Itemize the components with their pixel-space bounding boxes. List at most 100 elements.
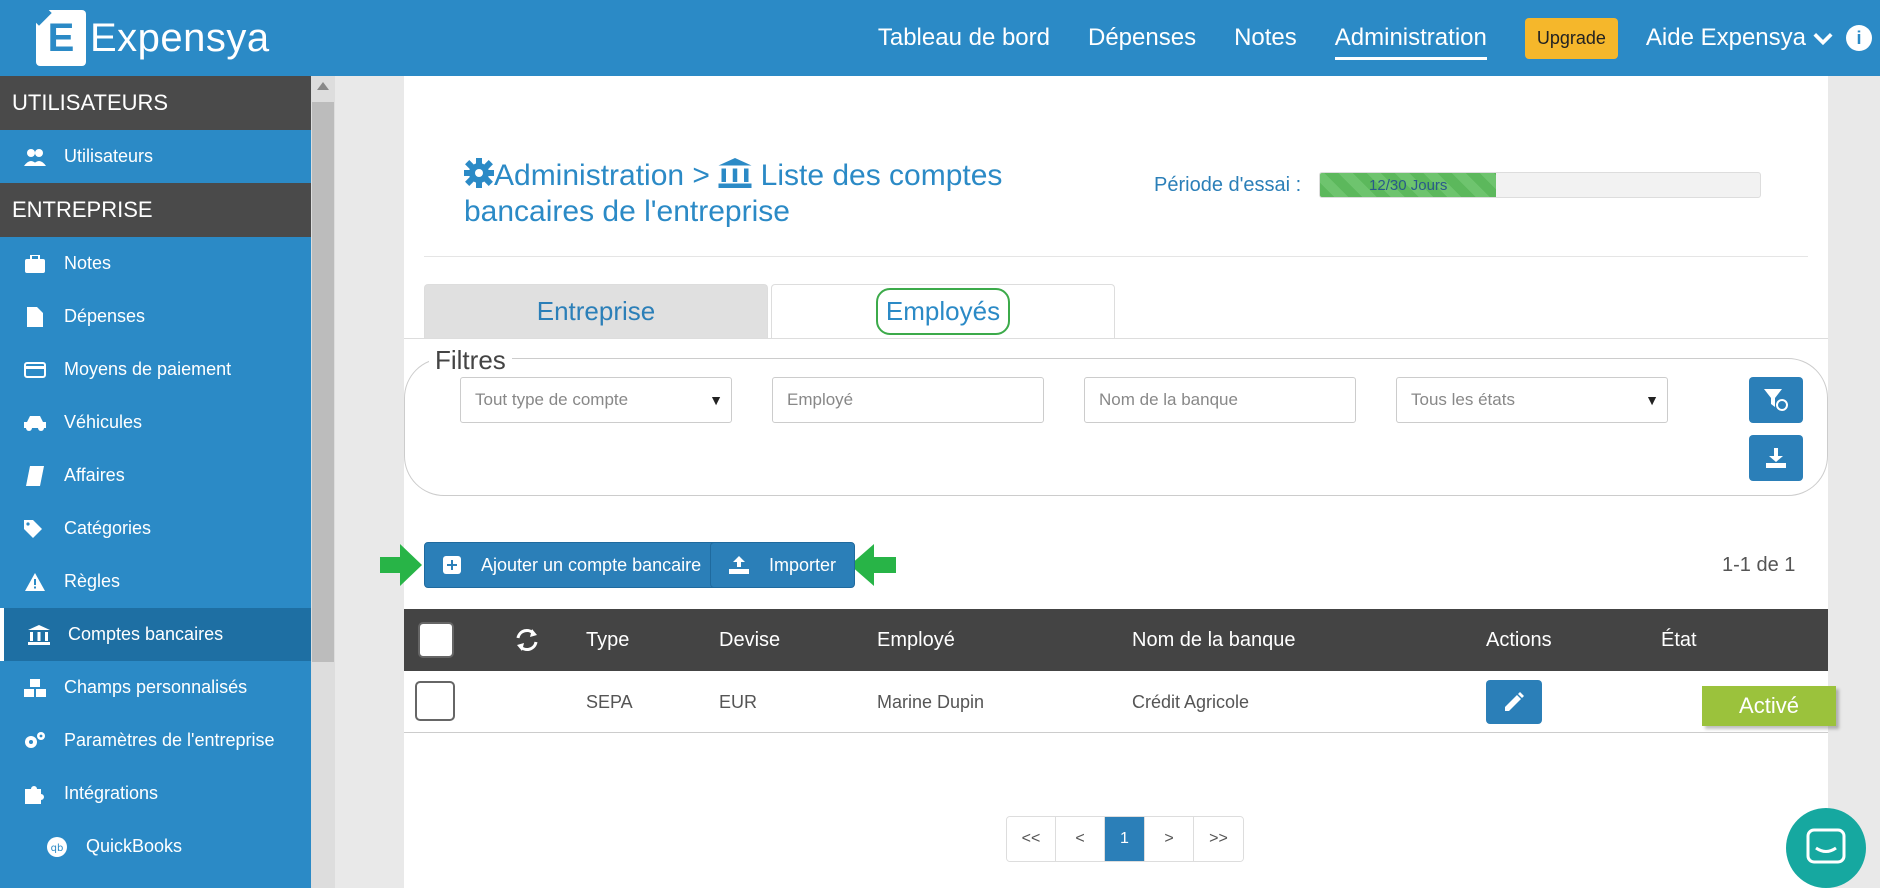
add-bank-account-button[interactable]: Ajouter un compte bancaire	[424, 542, 721, 588]
edit-button[interactable]	[1486, 680, 1542, 724]
cell-banque: Crédit Agricole	[1132, 692, 1250, 712]
sidebar-item-label: Véhicules	[64, 412, 143, 432]
upgrade-button[interactable]: Upgrade	[1524, 17, 1618, 59]
logo-mark: E	[36, 10, 86, 66]
trial-progress-bar: 12/30 Jours	[1319, 172, 1762, 198]
cell-employe: Marine Dupin	[877, 692, 985, 712]
sidebar-item-comptes-bancaires[interactable]: Comptes bancaires	[0, 608, 311, 661]
filters-legend: Filtres	[429, 345, 512, 376]
sidebar-item-label: Utilisateurs	[64, 146, 154, 166]
page-last-button[interactable]: >>	[1194, 817, 1243, 861]
column-header-employe[interactable]: Employé	[877, 629, 955, 652]
quickbooks-icon: qb	[46, 836, 68, 858]
sidebar: UTILISATEURS Utilisateurs ENTREPRISE Not…	[0, 76, 311, 888]
cell-type: SEPA	[586, 692, 633, 712]
nav-notes[interactable]: Notes	[1234, 24, 1297, 52]
sidebar-item-label: Comptes bancaires	[68, 624, 224, 644]
employee-filter-input[interactable]: Employé	[772, 377, 1044, 423]
tab-employes[interactable]: Employés	[771, 284, 1115, 338]
status-select[interactable]: Tous les états ▼	[1396, 377, 1668, 423]
trial-period: Période d'essai : 12/30 Jours	[1154, 172, 1762, 198]
sidebar-section-entreprise: ENTREPRISE	[0, 183, 311, 237]
sidebar-item-label: Notes	[64, 253, 112, 273]
employee-placeholder: Employé	[787, 390, 854, 409]
nav-administration[interactable]: Administration	[1334, 24, 1487, 60]
sidebar-section-utilisateurs: UTILISATEURS	[0, 76, 311, 130]
import-button[interactable]: Importer	[710, 542, 856, 588]
help-menu-label: Aide Expensya	[1645, 24, 1806, 51]
sidebar-item-label: Affaires	[64, 465, 125, 485]
info-icon[interactable]: i	[1846, 25, 1872, 51]
download-button[interactable]	[1749, 435, 1803, 481]
breadcrumb-root[interactable]: Administration	[494, 159, 684, 192]
dropdown-arrow-icon: ▼	[1645, 392, 1659, 408]
plus-square-icon	[443, 556, 461, 574]
sidebar-item-champs-personnalises[interactable]: Champs personnalisés	[0, 661, 311, 714]
pagination: << < 1 > >>	[1006, 816, 1244, 862]
tab-employes-label: Employés	[875, 288, 1011, 335]
clear-filter-button[interactable]	[1749, 377, 1803, 423]
sidebar-item-vehicules[interactable]: Véhicules	[0, 396, 311, 449]
cubes-icon	[24, 678, 46, 697]
upload-icon	[729, 556, 749, 574]
main-nav: Tableau de bord Dépenses Notes Administr…	[878, 0, 1880, 76]
sidebar-item-utilisateurs[interactable]: Utilisateurs	[0, 130, 311, 183]
column-header-actions: Actions	[1486, 629, 1552, 651]
select-all-checkbox[interactable]	[418, 622, 454, 658]
column-header-banque[interactable]: Nom de la banque	[1132, 629, 1295, 652]
sidebar-item-depenses[interactable]: Dépenses	[0, 290, 311, 343]
refresh-icon[interactable]	[514, 627, 540, 653]
sidebar-item-label: Moyens de paiement	[64, 359, 232, 379]
sidebar-item-parametres-entreprise[interactable]: Paramètres de l'entreprise	[0, 714, 311, 767]
account-type-select[interactable]: Tout type de compte ▼	[460, 377, 732, 423]
row-checkbox[interactable]	[415, 681, 455, 721]
chat-icon	[1806, 828, 1846, 864]
sidebar-item-affaires[interactable]: Affaires	[0, 449, 311, 502]
gear-icon	[464, 158, 494, 188]
bank-name-filter-input[interactable]: Nom de la banque	[1084, 377, 1356, 423]
scrollbar-thumb[interactable]	[312, 102, 334, 662]
scroll-up-icon[interactable]	[317, 82, 329, 90]
sidebar-item-notes[interactable]: Notes	[0, 237, 311, 290]
dropdown-arrow-icon: ▼	[709, 392, 723, 408]
filters-panel: Filtres Tout type de compte ▼ Employé No…	[404, 345, 1828, 496]
nav-tableau-de-bord[interactable]: Tableau de bord	[878, 24, 1050, 52]
account-type-value: Tout type de compte	[475, 390, 629, 409]
arrow-left-icon	[850, 544, 896, 586]
sidebar-scrollbar[interactable]	[311, 76, 335, 888]
column-header-type[interactable]: Type	[586, 629, 629, 652]
puzzle-icon	[24, 784, 46, 804]
help-menu[interactable]: Aide Expensya	[1646, 24, 1834, 52]
pencil-icon	[1505, 692, 1524, 711]
column-header-etat[interactable]: État	[1661, 629, 1697, 652]
sidebar-item-integrations[interactable]: Intégrations	[0, 767, 311, 820]
sidebar-item-label: QuickBooks	[86, 836, 183, 856]
car-icon	[24, 415, 46, 431]
sidebar-item-label: Champs personnalisés	[64, 677, 248, 697]
page-prev-button[interactable]: <	[1056, 817, 1105, 861]
sidebar-item-label: Dépenses	[64, 306, 146, 326]
page-first-button[interactable]: <<	[1007, 817, 1056, 861]
svg-text:qb: qb	[51, 843, 64, 854]
sidebar-item-moyens-de-paiement[interactable]: Moyens de paiement	[0, 343, 311, 396]
page-next-button[interactable]: >	[1145, 817, 1194, 861]
top-navbar: E Expensya Tableau de bord Dépenses Note…	[0, 0, 1880, 76]
app-logo[interactable]: E Expensya	[36, 10, 270, 66]
nav-depenses[interactable]: Dépenses	[1088, 24, 1196, 52]
logo-text: Expensya	[90, 15, 270, 60]
cell-devise: EUR	[719, 692, 758, 712]
sidebar-item-quickbooks[interactable]: qb QuickBooks	[0, 820, 311, 873]
chat-launcher[interactable]	[1786, 808, 1866, 888]
filter-clear-icon	[1764, 389, 1788, 411]
sidebar-item-categories[interactable]: Catégories	[0, 502, 311, 555]
book-icon	[24, 465, 46, 486]
page-current-button[interactable]: 1	[1105, 817, 1145, 861]
tab-entreprise[interactable]: Entreprise	[424, 284, 768, 338]
warning-icon	[24, 572, 46, 591]
document-icon	[24, 306, 46, 327]
status-badge: Activé	[1702, 686, 1836, 726]
main-content: Administration > Liste des comptes banca…	[380, 76, 1828, 888]
sidebar-item-regles[interactable]: Règles	[0, 555, 311, 608]
column-header-devise[interactable]: Devise	[719, 629, 780, 652]
briefcase-icon	[24, 254, 46, 273]
